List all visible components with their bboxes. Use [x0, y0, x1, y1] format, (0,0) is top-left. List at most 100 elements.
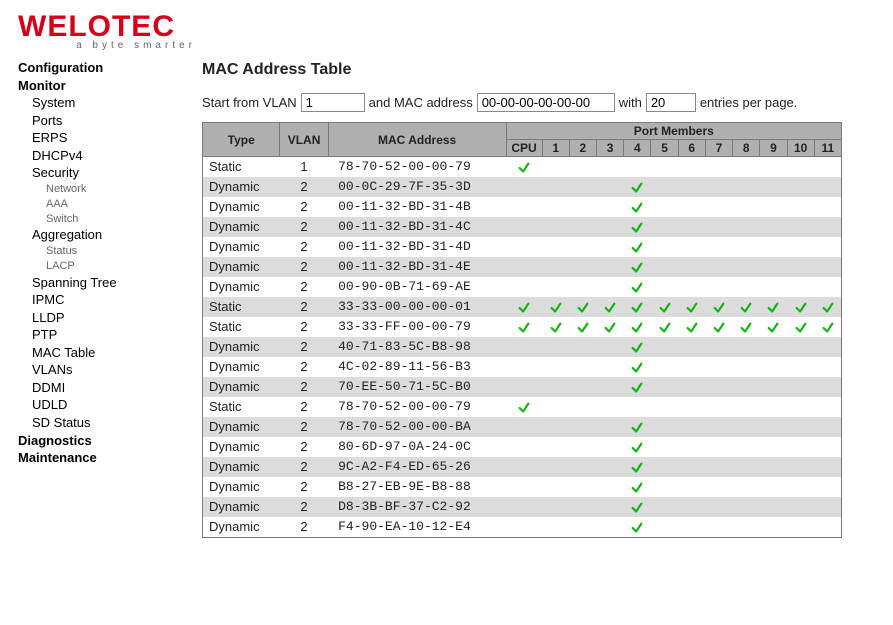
sidebar-item-network[interactable]: Network	[18, 182, 178, 197]
sidebar-item-ports[interactable]: Ports	[18, 112, 178, 130]
cell-port-2	[569, 477, 596, 497]
col-port-CPU: CPU	[506, 140, 542, 157]
cell-port-1	[542, 357, 569, 377]
cell-port-4	[624, 357, 651, 377]
cell-port-4	[624, 317, 651, 337]
cell-port-2	[569, 217, 596, 237]
cell-port-3	[596, 197, 623, 217]
filter-label-end: entries per page.	[700, 95, 798, 110]
cell-port-6	[678, 517, 705, 538]
sidebar-item-lldp[interactable]: LLDP	[18, 309, 178, 327]
check-icon	[794, 321, 808, 335]
cell-port-CPU	[506, 157, 542, 178]
col-port-7: 7	[705, 140, 732, 157]
sidebar-item-system[interactable]: System	[18, 94, 178, 112]
cell-port-6	[678, 257, 705, 277]
mac-input[interactable]	[477, 93, 615, 112]
count-input[interactable]	[646, 93, 696, 112]
sidebar-item-udld[interactable]: UDLD	[18, 396, 178, 414]
check-icon	[658, 321, 672, 335]
cell-mac: F4-90-EA-10-12-E4	[328, 517, 506, 538]
cell-port-8	[733, 517, 760, 538]
check-icon	[630, 181, 644, 195]
cell-port-9	[760, 477, 787, 497]
check-icon	[630, 241, 644, 255]
cell-mac: 4C-02-89-11-56-B3	[328, 357, 506, 377]
cell-port-CPU	[506, 397, 542, 417]
cell-port-4	[624, 497, 651, 517]
col-port-5: 5	[651, 140, 678, 157]
cell-mac: D8-3B-BF-37-C2-92	[328, 497, 506, 517]
cell-port-10	[787, 337, 814, 357]
cell-type: Dynamic	[203, 377, 280, 397]
check-icon	[630, 461, 644, 475]
sidebar-item-ptp[interactable]: PTP	[18, 326, 178, 344]
sidebar-item-ddmi[interactable]: DDMI	[18, 379, 178, 397]
cell-port-8	[733, 317, 760, 337]
sidebar-item-aggregation[interactable]: Aggregation	[18, 226, 178, 244]
sidebar-item-maintenance[interactable]: Maintenance	[18, 449, 178, 467]
table-row: Static278-70-52-00-00-79	[203, 397, 842, 417]
sidebar-item-monitor[interactable]: Monitor	[18, 77, 178, 95]
cell-vlan: 2	[280, 477, 328, 497]
sidebar-item-lacp[interactable]: LACP	[18, 259, 178, 274]
cell-port-9	[760, 297, 787, 317]
cell-port-5	[651, 517, 678, 538]
check-icon	[685, 321, 699, 335]
cell-port-9	[760, 397, 787, 417]
filter-label-start: Start from VLAN	[202, 95, 297, 110]
cell-port-1	[542, 457, 569, 477]
sidebar-item-diagnostics[interactable]: Diagnostics	[18, 432, 178, 450]
filter-label-with: with	[619, 95, 642, 110]
cell-port-10	[787, 317, 814, 337]
check-icon	[517, 161, 531, 175]
sidebar-item-erps[interactable]: ERPS	[18, 129, 178, 147]
sidebar-item-status[interactable]: Status	[18, 244, 178, 259]
cell-port-3	[596, 397, 623, 417]
cell-mac: 40-71-83-5C-B8-98	[328, 337, 506, 357]
sidebar-item-security[interactable]: Security	[18, 164, 178, 182]
cell-port-5	[651, 297, 678, 317]
cell-port-2	[569, 297, 596, 317]
vlan-input[interactable]	[301, 93, 365, 112]
cell-port-10	[787, 177, 814, 197]
cell-port-4	[624, 197, 651, 217]
sidebar-item-dhcpv4[interactable]: DHCPv4	[18, 147, 178, 165]
cell-port-10	[787, 457, 814, 477]
cell-port-CPU	[506, 257, 542, 277]
cell-port-CPU	[506, 217, 542, 237]
cell-port-10	[787, 157, 814, 178]
col-port-3: 3	[596, 140, 623, 157]
sidebar-item-spanning-tree[interactable]: Spanning Tree	[18, 274, 178, 292]
cell-port-11	[814, 437, 841, 457]
cell-port-4	[624, 337, 651, 357]
cell-vlan: 1	[280, 157, 328, 178]
cell-port-4	[624, 377, 651, 397]
cell-port-9	[760, 337, 787, 357]
check-icon	[630, 341, 644, 355]
cell-port-11	[814, 517, 841, 538]
check-icon	[630, 381, 644, 395]
sidebar-item-configuration[interactable]: Configuration	[18, 59, 178, 77]
table-row: Dynamic240-71-83-5C-B8-98	[203, 337, 842, 357]
sidebar-item-sd-status[interactable]: SD Status	[18, 414, 178, 432]
check-icon	[739, 321, 753, 335]
cell-mac: 78-70-52-00-00-79	[328, 157, 506, 178]
cell-port-3	[596, 517, 623, 538]
sidebar-item-vlans[interactable]: VLANs	[18, 361, 178, 379]
sidebar-item-switch[interactable]: Switch	[18, 212, 178, 227]
sidebar-item-aaa[interactable]: AAA	[18, 197, 178, 212]
sidebar-item-ipmc[interactable]: IPMC	[18, 291, 178, 309]
cell-port-6	[678, 337, 705, 357]
cell-port-7	[705, 157, 732, 178]
cell-port-7	[705, 417, 732, 437]
cell-port-11	[814, 297, 841, 317]
cell-port-CPU	[506, 237, 542, 257]
cell-port-2	[569, 237, 596, 257]
cell-port-3	[596, 257, 623, 277]
cell-port-8	[733, 157, 760, 178]
check-icon	[658, 301, 672, 315]
cell-port-4	[624, 397, 651, 417]
sidebar-item-mac-table[interactable]: MAC Table	[18, 344, 178, 362]
col-port-10: 10	[787, 140, 814, 157]
